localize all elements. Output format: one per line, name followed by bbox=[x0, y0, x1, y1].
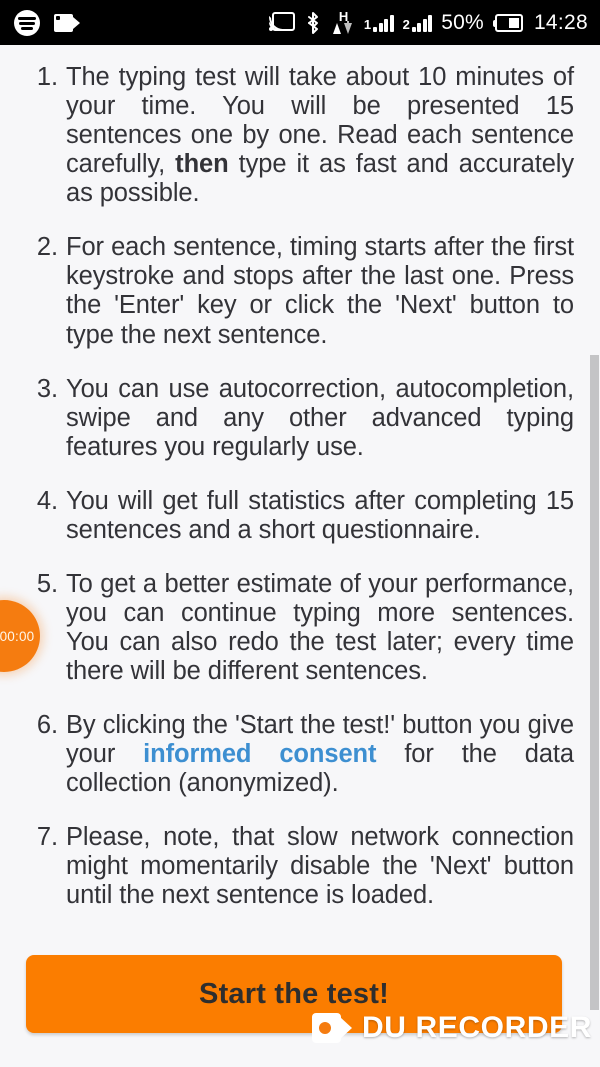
vertical-scrollbar[interactable] bbox=[588, 45, 600, 1067]
battery-icon bbox=[493, 14, 525, 32]
video-camera-icon bbox=[54, 14, 80, 32]
instruction-number: 5. bbox=[26, 570, 58, 599]
signal-strength-sim1-icon: 1 bbox=[364, 14, 394, 32]
instructions-panel: 1. The typing test will take about 10 min… bbox=[0, 45, 600, 1067]
text-run: For each sentence, timing starts after t… bbox=[66, 233, 574, 348]
instruction-item-2: 2. For each sentence, timing starts after… bbox=[26, 233, 574, 349]
signal-strength-sim2-icon: 2 bbox=[403, 14, 433, 32]
informed-consent-link[interactable]: informed consent bbox=[143, 740, 376, 768]
instruction-item-1: 1. The typing test will take about 10 min… bbox=[26, 63, 574, 208]
du-recorder-watermark: DU RECORDER bbox=[312, 1011, 592, 1045]
instruction-text: For each sentence, timing starts after t… bbox=[66, 233, 574, 348]
instructions-list: 1. The typing test will take about 10 min… bbox=[0, 45, 600, 911]
instruction-item-6: 6. By clicking the 'Start the test!' butt… bbox=[26, 711, 574, 798]
cast-icon bbox=[269, 12, 295, 33]
text-run: Please, note, that slow network connecti… bbox=[66, 823, 574, 909]
instruction-item-7: 7. Please, note, that slow network connec… bbox=[26, 823, 574, 910]
instruction-number: 3. bbox=[26, 375, 58, 404]
instruction-number: 6. bbox=[26, 711, 58, 740]
status-bar-left-group bbox=[0, 10, 80, 36]
text-run: You can use autocorrection, autocompleti… bbox=[66, 375, 574, 461]
instruction-text: The typing test will take about 10 minut… bbox=[66, 63, 574, 207]
hspa-network-icon: H bbox=[331, 12, 355, 34]
scrollbar-thumb[interactable] bbox=[590, 355, 599, 1010]
instruction-number: 2. bbox=[26, 233, 58, 262]
instruction-text: By clicking the 'Start the test!' button… bbox=[66, 711, 574, 797]
instruction-item-5: 5. To get a better estimate of your perfo… bbox=[26, 570, 574, 686]
status-bar-right-group: H 1 2 50% 14:28 bbox=[269, 11, 600, 35]
recording-timer-label: 00:00 bbox=[0, 629, 34, 644]
sim1-label: 1 bbox=[364, 18, 371, 32]
bluetooth-icon bbox=[304, 11, 322, 35]
instruction-text: You can use autocorrection, autocompleti… bbox=[66, 375, 574, 461]
status-bar: H 1 2 50% 14:28 bbox=[0, 0, 600, 45]
sim2-label: 2 bbox=[403, 18, 410, 32]
clock-label: 14:28 bbox=[534, 11, 588, 35]
instruction-number: 7. bbox=[26, 823, 58, 852]
instruction-item-4: 4. You will get full statistics after com… bbox=[26, 487, 574, 545]
spotify-icon bbox=[14, 10, 40, 36]
battery-percent-label: 50% bbox=[441, 11, 484, 35]
video-camera-icon bbox=[312, 1013, 352, 1043]
watermark-label: DU RECORDER bbox=[362, 1011, 592, 1045]
instruction-number: 4. bbox=[26, 487, 58, 516]
instruction-text: You will get full statistics after compl… bbox=[66, 487, 574, 544]
instruction-text: To get a better estimate of your perform… bbox=[66, 570, 574, 685]
instruction-item-3: 3. You can use autocorrection, autocomple… bbox=[26, 375, 574, 462]
emphasis-text: then bbox=[175, 150, 228, 178]
text-run: You will get full statistics after compl… bbox=[66, 487, 574, 544]
text-run: To get a better estimate of your perform… bbox=[66, 570, 574, 685]
instruction-number: 1. bbox=[26, 63, 58, 92]
instruction-text: Please, note, that slow network connecti… bbox=[66, 823, 574, 909]
